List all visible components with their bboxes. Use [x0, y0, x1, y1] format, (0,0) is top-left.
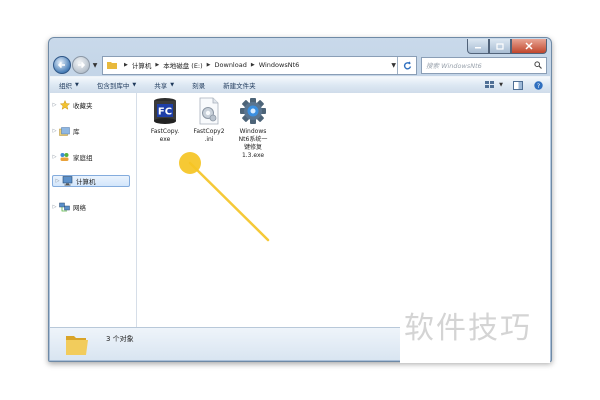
expand-arrow-icon[interactable]: ▷ [53, 178, 62, 184]
help-button[interactable]: ? [532, 80, 544, 90]
chevron-down-icon: ▼ [170, 82, 175, 88]
nav-network-label: 网络 [73, 204, 86, 212]
search-box[interactable]: 搜索 WindowsNt6 [421, 56, 547, 74]
navigation-pane: ▷ 收藏夹 ▷ 库 ▷ 家庭组 ▷ 计算机 ▷ 网络 [50, 93, 137, 327]
nav-computer[interactable]: ▷ 计算机 [52, 175, 130, 187]
share-button[interactable]: 共享 ▼ [145, 80, 183, 90]
file-name-line: .ini [204, 136, 214, 143]
chevron-down-icon: ▼ [75, 82, 79, 88]
settings-file-icon [194, 96, 224, 126]
forward-arrow-icon [78, 61, 86, 69]
close-icon [525, 42, 533, 50]
folder-icon [107, 62, 117, 69]
close-button[interactable] [511, 39, 547, 54]
nav-homegroup-label: 家庭组 [73, 154, 93, 162]
file-item-fastcopy-exe[interactable]: FC FastCopy. exe [143, 96, 187, 144]
nav-libraries-label: 库 [73, 128, 80, 136]
file-item-fastcopy2-ini[interactable]: FastCopy2 .ini [187, 96, 231, 144]
breadcrumb-separator-icon: ▶ [155, 62, 160, 68]
library-icon [59, 126, 70, 136]
share-label: 共享 [154, 82, 168, 90]
forward-button[interactable] [72, 56, 90, 74]
include-in-library-button[interactable]: 包含到库中 ▼ [88, 80, 145, 90]
breadcrumb-separator-icon: ▶ [206, 62, 211, 68]
breadcrumb-separator-icon: ▶ [124, 62, 128, 68]
nav-homegroup[interactable]: ▷ 家庭组 [50, 151, 93, 163]
organize-label: 组织 [59, 82, 72, 90]
file-name-line: Windows [239, 128, 267, 135]
file-name-line: FastCopy. [150, 128, 180, 135]
file-name-line: 键修复 [243, 144, 262, 151]
file-name-line: 1.3.exe [241, 152, 265, 159]
view-options-dropdown[interactable]: ▼ [498, 80, 504, 90]
include-in-library-label: 包含到库中 [96, 82, 130, 90]
command-bar: 组织 ▼ 包含到库中 ▼ 共享 ▼ 刻录 新建文件夹 ▼ ? [50, 76, 550, 94]
file-item-windowsnt6-exe[interactable]: Windows Nt6系统一 键修复 1.3.exe [231, 96, 275, 160]
file-name-line: FastCopy2 [193, 128, 225, 135]
preview-pane-icon [513, 80, 523, 90]
file-name-line: exe [159, 136, 171, 143]
back-arrow-icon [57, 61, 65, 69]
folder-icon [66, 336, 88, 355]
back-button[interactable] [53, 56, 71, 74]
maximize-icon [496, 42, 504, 50]
homegroup-icon [59, 152, 70, 162]
file-name: FastCopy. exe [151, 128, 179, 144]
gear-installer-icon [238, 96, 268, 126]
new-folder-button[interactable]: 新建文件夹 [214, 80, 265, 90]
computer-icon [62, 176, 73, 186]
preview-pane-button[interactable] [512, 80, 524, 90]
address-history-dropdown[interactable]: ▼ [391, 62, 396, 69]
expand-arrow-icon[interactable]: ▷ [50, 154, 59, 160]
help-icon: ? [533, 80, 543, 90]
search-input[interactable]: 搜索 WindowsNt6 [426, 60, 482, 70]
minimize-button[interactable] [467, 39, 489, 54]
file-name-line: Nt6系统一 [238, 136, 268, 143]
minimize-icon [475, 47, 481, 49]
search-icon [534, 61, 542, 69]
breadcrumb-drive[interactable]: 本地磁盘 (E:) [163, 60, 202, 70]
nav-computer-label: 计算机 [76, 178, 96, 186]
nav-favorites-label: 收藏夹 [73, 102, 93, 110]
new-folder-label: 新建文件夹 [223, 82, 256, 90]
chevron-down-icon: ▼ [132, 82, 137, 88]
nav-network[interactable]: ▷ 网络 [50, 201, 86, 213]
navigation-row: ▼ ▶ 计算机 ▶ 本地磁盘 (E:) ▶ Download ▶ Windows… [53, 55, 547, 75]
organize-button[interactable]: 组织 ▼ [50, 80, 88, 90]
svg-text:FC: FC [158, 107, 172, 118]
network-icon [59, 202, 70, 212]
breadcrumb-separator-icon: ▶ [250, 62, 255, 68]
breadcrumb-computer[interactable]: 计算机 [132, 60, 152, 70]
file-name: FastCopy2 .ini [193, 128, 224, 144]
breadcrumb-current-folder[interactable]: WindowsNt6 [259, 61, 300, 69]
item-count: 3 个对象 [106, 335, 134, 343]
maximize-button[interactable] [489, 39, 511, 54]
nav-favorites[interactable]: ▷ 收藏夹 [50, 99, 93, 111]
address-bar[interactable]: ▶ 计算机 ▶ 本地磁盘 (E:) ▶ Download ▶ WindowsNt… [102, 55, 417, 75]
file-name: Windows Nt6系统一 键修复 1.3.exe [239, 128, 268, 160]
view-controls: ▼ ? [476, 80, 550, 90]
refresh-button[interactable] [397, 56, 416, 74]
burn-button[interactable]: 刻录 [183, 80, 214, 90]
star-icon [59, 100, 70, 110]
recent-pages-dropdown[interactable]: ▼ [91, 60, 99, 70]
caption-buttons [467, 39, 547, 54]
expand-arrow-icon[interactable]: ▷ [50, 102, 59, 108]
expand-arrow-icon[interactable]: ▷ [50, 128, 59, 134]
view-grid-icon [485, 81, 494, 88]
expand-arrow-icon[interactable]: ▷ [50, 204, 59, 210]
nav-libraries[interactable]: ▷ 库 [50, 125, 80, 137]
burn-label: 刻录 [192, 82, 206, 90]
change-view-button[interactable] [484, 80, 496, 90]
watermark: 软件技巧 [404, 311, 532, 346]
svg-text:?: ? [536, 82, 539, 90]
fastcopy-icon: FC [150, 96, 180, 126]
breadcrumb-download[interactable]: Download [215, 61, 247, 69]
refresh-icon [403, 61, 411, 69]
